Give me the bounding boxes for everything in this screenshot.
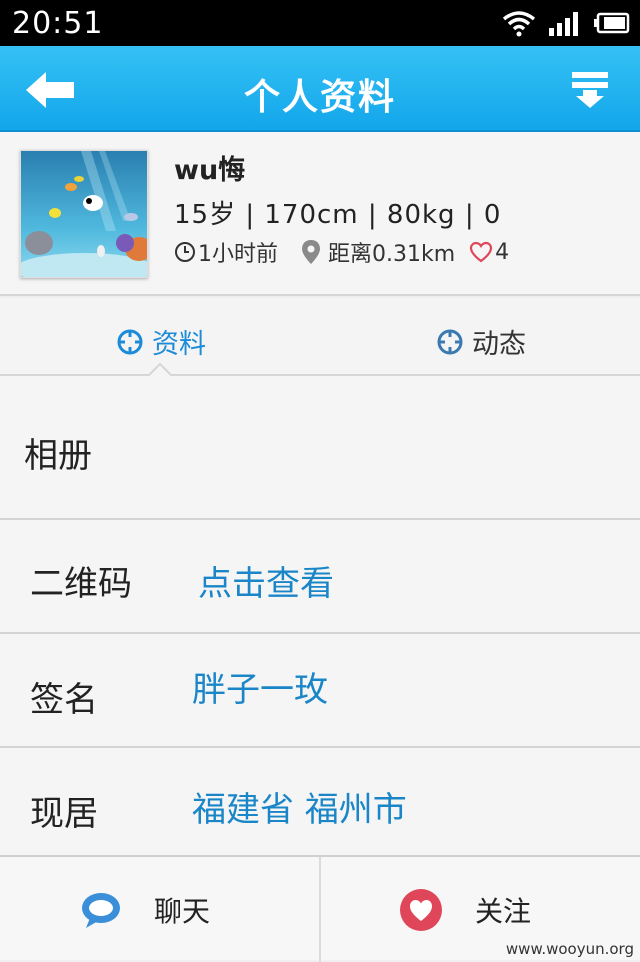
signature-value: 胖子一玫: [192, 670, 328, 710]
page-title: 个人资料: [243, 77, 396, 118]
target-icon: [117, 329, 143, 354]
album-label: 相册: [24, 436, 92, 476]
profile-name: wu悔: [174, 155, 246, 186]
watermark: www.wooyun.org: [505, 940, 634, 958]
likes-count: 4: [495, 239, 510, 265]
profile-meta: 1小时前 距离0.31km 4: [174, 236, 509, 268]
battery-icon: [594, 12, 630, 34]
status-icons: [502, 8, 630, 38]
qrcode-row[interactable]: 二维码 点击查看: [0, 520, 640, 634]
last-active-text: 1小时前: [198, 242, 278, 267]
distance-text: 距离0.31km: [328, 242, 456, 267]
avatar[interactable]: [20, 150, 148, 278]
heart-icon: [470, 241, 493, 263]
status-bar: 20:51: [0, 0, 640, 46]
heart-icon: [400, 888, 442, 931]
location-label: 现居: [30, 794, 98, 834]
signature-row: 签名 胖子一玫: [0, 634, 640, 748]
signature-label: 签名: [30, 680, 98, 720]
album-row[interactable]: 相册: [0, 376, 640, 520]
clock-icon: [175, 242, 195, 262]
chat-bubble-icon: [82, 892, 120, 928]
bottom-action-bar: 聊天 关注 www.wooyun.org: [0, 855, 640, 962]
location-pin-icon: [302, 240, 320, 264]
title-bar: 个人资料: [0, 46, 640, 132]
chat-label: 聊天: [154, 894, 211, 928]
follow-label: 关注: [475, 894, 532, 928]
target-icon: [437, 329, 463, 354]
qrcode-link[interactable]: 点击查看: [198, 556, 334, 605]
status-time: 20:51: [12, 6, 104, 41]
tab-indicator-notch: [148, 362, 172, 376]
menu-dropdown-icon[interactable]: [570, 70, 610, 110]
tab-profile[interactable]: 资料: [116, 322, 206, 361]
chat-button[interactable]: 聊天: [0, 857, 318, 962]
tab-moments-label: 动态: [472, 329, 526, 360]
tab-moments[interactable]: 动态: [436, 322, 526, 361]
profile-stats: 15岁 | 170cm | 80kg | 0: [174, 200, 502, 230]
tab-bar: 资料 动态: [0, 298, 640, 376]
qrcode-label: 二维码: [30, 564, 132, 604]
profile-card: wu悔 15岁 | 170cm | 80kg | 0 1小时前 距离0.31km…: [0, 132, 640, 296]
location-value: 福建省 福州市: [192, 790, 407, 830]
location-row: 现居 福建省 福州市: [0, 748, 640, 855]
signal-icon: [549, 12, 578, 36]
wifi-icon: [502, 11, 536, 37]
tab-profile-label: 资料: [152, 329, 206, 360]
